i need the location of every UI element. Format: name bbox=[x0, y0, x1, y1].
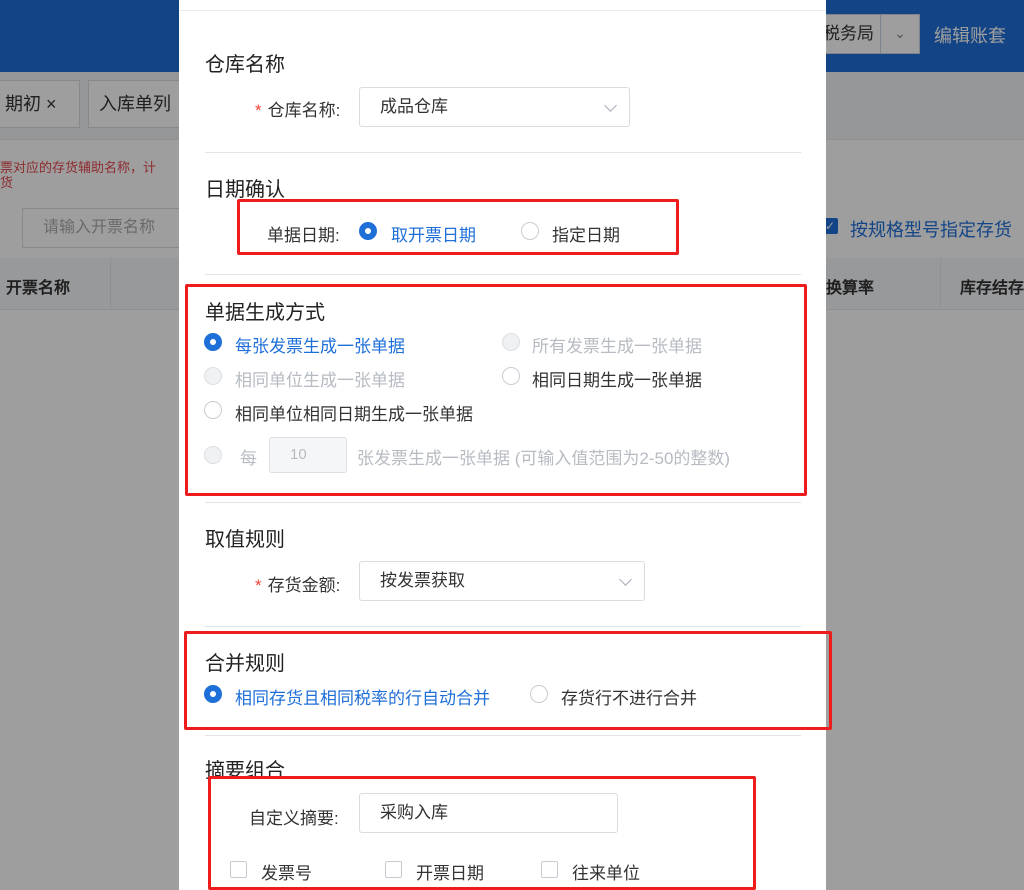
required-mark: * bbox=[255, 101, 262, 120]
chevron-down-icon bbox=[604, 99, 617, 112]
highlight-box-generation bbox=[185, 284, 807, 496]
section-title-warehouse: 仓库名称 bbox=[205, 54, 285, 76]
highlight-box-summary bbox=[208, 776, 756, 890]
inventory-amount-value: 按发票获取 bbox=[380, 571, 465, 590]
section-title-value-rule: 取值规则 bbox=[205, 529, 285, 551]
section-divider bbox=[205, 735, 801, 736]
required-mark: * bbox=[255, 576, 262, 595]
highlight-box-merge bbox=[184, 631, 832, 730]
chevron-down-icon bbox=[619, 573, 632, 586]
dialog-header-divider bbox=[179, 10, 826, 11]
highlight-box-date bbox=[237, 199, 679, 255]
warehouse-select-value: 成品仓库 bbox=[380, 97, 448, 116]
section-divider bbox=[205, 152, 801, 153]
section-divider bbox=[205, 274, 801, 275]
section-divider bbox=[205, 502, 801, 503]
section-divider bbox=[205, 626, 801, 627]
warehouse-label: * 仓库名称: bbox=[255, 101, 341, 120]
inventory-amount-select[interactable]: 按发票获取 bbox=[359, 561, 645, 601]
warehouse-select[interactable]: 成品仓库 bbox=[359, 87, 630, 127]
section-title-date: 日期确认 bbox=[205, 179, 285, 201]
inventory-amount-label: * 存货金额: bbox=[255, 576, 341, 595]
